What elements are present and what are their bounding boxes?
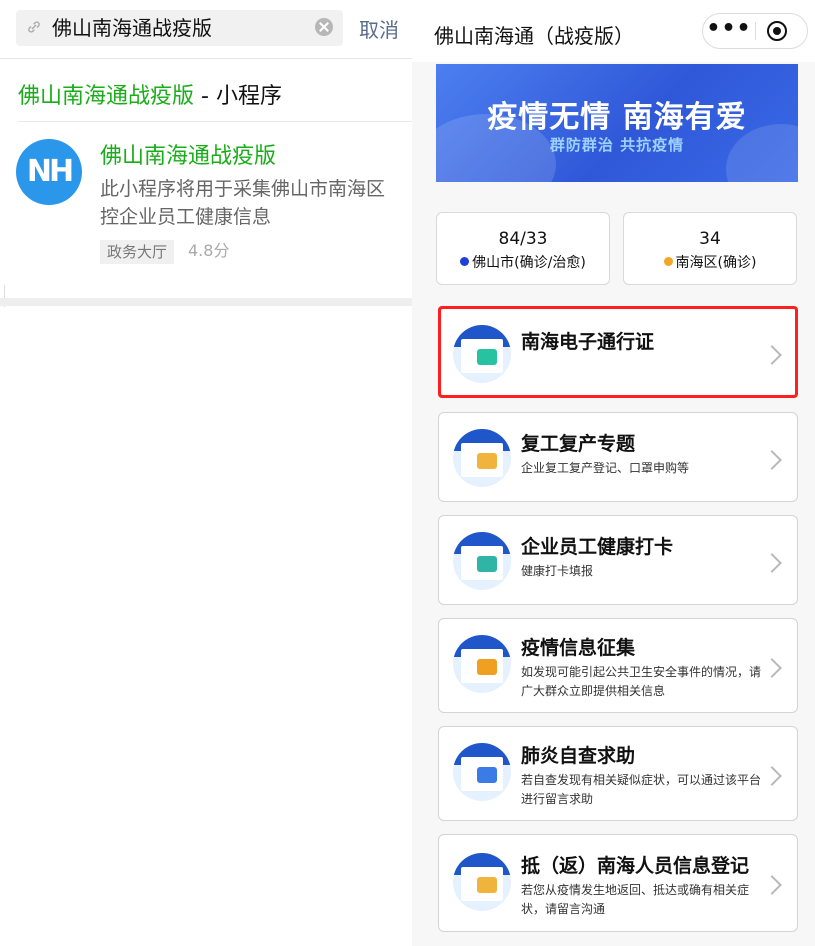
highlight-box bbox=[438, 306, 798, 398]
chevron-right-icon bbox=[762, 658, 782, 678]
app-description: 此小程序将用于采集佛山市南海区控企业员工健康信息 bbox=[100, 178, 386, 228]
chevron-right-icon bbox=[762, 875, 782, 895]
card-description: 若您从疫情发生地返回、抵达或确有相关症状，请留言沟通 bbox=[521, 883, 750, 916]
card-description: 健康打卡填报 bbox=[521, 564, 594, 578]
foshan-stats-label: 佛山市(确诊/治愈) bbox=[437, 254, 609, 272]
chevron-right-icon bbox=[762, 450, 782, 470]
banner[interactable]: 疫情无情 南海有爱 群防群治 共抗疫情 bbox=[436, 64, 798, 182]
cancel-button[interactable]: 取消 bbox=[359, 14, 399, 43]
mini-program-panel: 佛山南海通（战疫版） ••• 疫情无情 南海有爱 群防群治 共抗疫情 84/33… bbox=[412, 0, 815, 946]
foshan-stats-label-text: 佛山市(确诊/治愈) bbox=[472, 255, 586, 271]
card-health-checkin[interactable]: 企业员工健康打卡 健康打卡填报 bbox=[438, 515, 798, 605]
card-title: 企业员工健康打卡 bbox=[521, 536, 674, 558]
divider bbox=[755, 22, 756, 40]
clear-search-icon[interactable] bbox=[315, 18, 333, 36]
card-description: 企业复工复产登记、口罩申购等 bbox=[521, 461, 690, 475]
result-type: - 小程序 bbox=[194, 84, 282, 109]
app-logo[interactable]: NH bbox=[16, 139, 82, 205]
card-title: 疫情信息征集 bbox=[521, 637, 636, 659]
doctor-icon bbox=[453, 532, 511, 590]
status-dot-icon bbox=[460, 257, 470, 266]
divider bbox=[18, 121, 412, 122]
banner-title: 疫情无情 南海有爱 bbox=[487, 100, 747, 135]
foshan-stats-box[interactable]: 84/33 佛山市(确诊/治愈) bbox=[436, 212, 610, 285]
app-category-badge: 政务大厅 bbox=[100, 240, 175, 264]
card-resume-work[interactable]: 复工复产专题 企业复工复产登记、口罩申购等 bbox=[438, 412, 798, 502]
app-score: 4.8分 bbox=[188, 241, 230, 260]
card-self-check[interactable]: 肺炎自查求助 若自查发现有相关疑似症状，可以通过该平台进行留言求助 bbox=[438, 726, 798, 821]
link-icon bbox=[28, 21, 40, 33]
traveler-icon bbox=[453, 853, 511, 911]
card-title: 抵（返）南海人员信息登记 bbox=[521, 855, 750, 877]
pencil-form-icon bbox=[453, 635, 511, 693]
card-info-collection[interactable]: 疫情信息征集 如发现可能引起公共卫生安全事件的情况，请广大群众立即提供相关信息 bbox=[438, 618, 798, 713]
card-title: 肺炎自查求助 bbox=[521, 745, 636, 767]
chevron-right-icon bbox=[762, 766, 782, 786]
chevron-right-icon bbox=[762, 553, 782, 573]
result-section-header: 佛山南海通战疫版 - 小程序 bbox=[18, 78, 282, 110]
card-description: 若自查发现有相关疑似症状，可以通过该平台进行留言求助 bbox=[521, 773, 762, 806]
search-bar[interactable]: 佛山南海通战疫版 bbox=[16, 10, 343, 46]
more-menu-icon[interactable]: ••• bbox=[703, 14, 755, 48]
banner-subtitle: 群防群治 共抗疫情 bbox=[549, 136, 685, 154]
app-name-link[interactable]: 佛山南海通战疫版 bbox=[100, 138, 276, 170]
nanhai-stats-label-text: 南海区(确诊) bbox=[675, 255, 757, 271]
capsule-menu: ••• bbox=[702, 13, 808, 49]
worker-icon bbox=[453, 429, 511, 487]
search-results-area: 佛山南海通战疫版 取消 佛山南海通战疫版 - 小程序 NH 佛山南海通战疫版 此… bbox=[0, 0, 412, 300]
nanhai-stats-value: 34 bbox=[699, 229, 721, 249]
foshan-stats-value: 84/33 bbox=[498, 229, 548, 249]
status-dot-icon bbox=[663, 257, 673, 266]
card-title: 复工复产专题 bbox=[521, 433, 636, 455]
search-input[interactable]: 佛山南海通战疫版 bbox=[52, 15, 212, 41]
divider bbox=[0, 58, 412, 59]
nanhai-stats-box[interactable]: 34 南海区(确诊) bbox=[623, 212, 797, 285]
nanhai-stats-label: 南海区(确诊) bbox=[624, 254, 796, 272]
nav-title: 佛山南海通（战疫版） bbox=[434, 24, 634, 48]
search-doctor-icon bbox=[453, 743, 511, 801]
nav-bar: 佛山南海通（战疫版） ••• bbox=[412, 0, 815, 62]
card-description: 如发现可能引起公共卫生安全事件的情况，请广大群众立即提供相关信息 bbox=[521, 665, 762, 698]
result-keyword: 佛山南海通战疫版 bbox=[18, 84, 195, 109]
close-mini-program-icon[interactable] bbox=[767, 21, 787, 41]
card-arrival-registration[interactable]: 抵（返）南海人员信息登记 若您从疫情发生地返回、抵达或确有相关症状，请留言沟通 bbox=[438, 834, 798, 932]
search-results-panel: 佛山南海通战疫版 取消 佛山南海通战疫版 - 小程序 NH 佛山南海通战疫版 此… bbox=[0, 0, 412, 946]
section-separator bbox=[0, 298, 412, 306]
